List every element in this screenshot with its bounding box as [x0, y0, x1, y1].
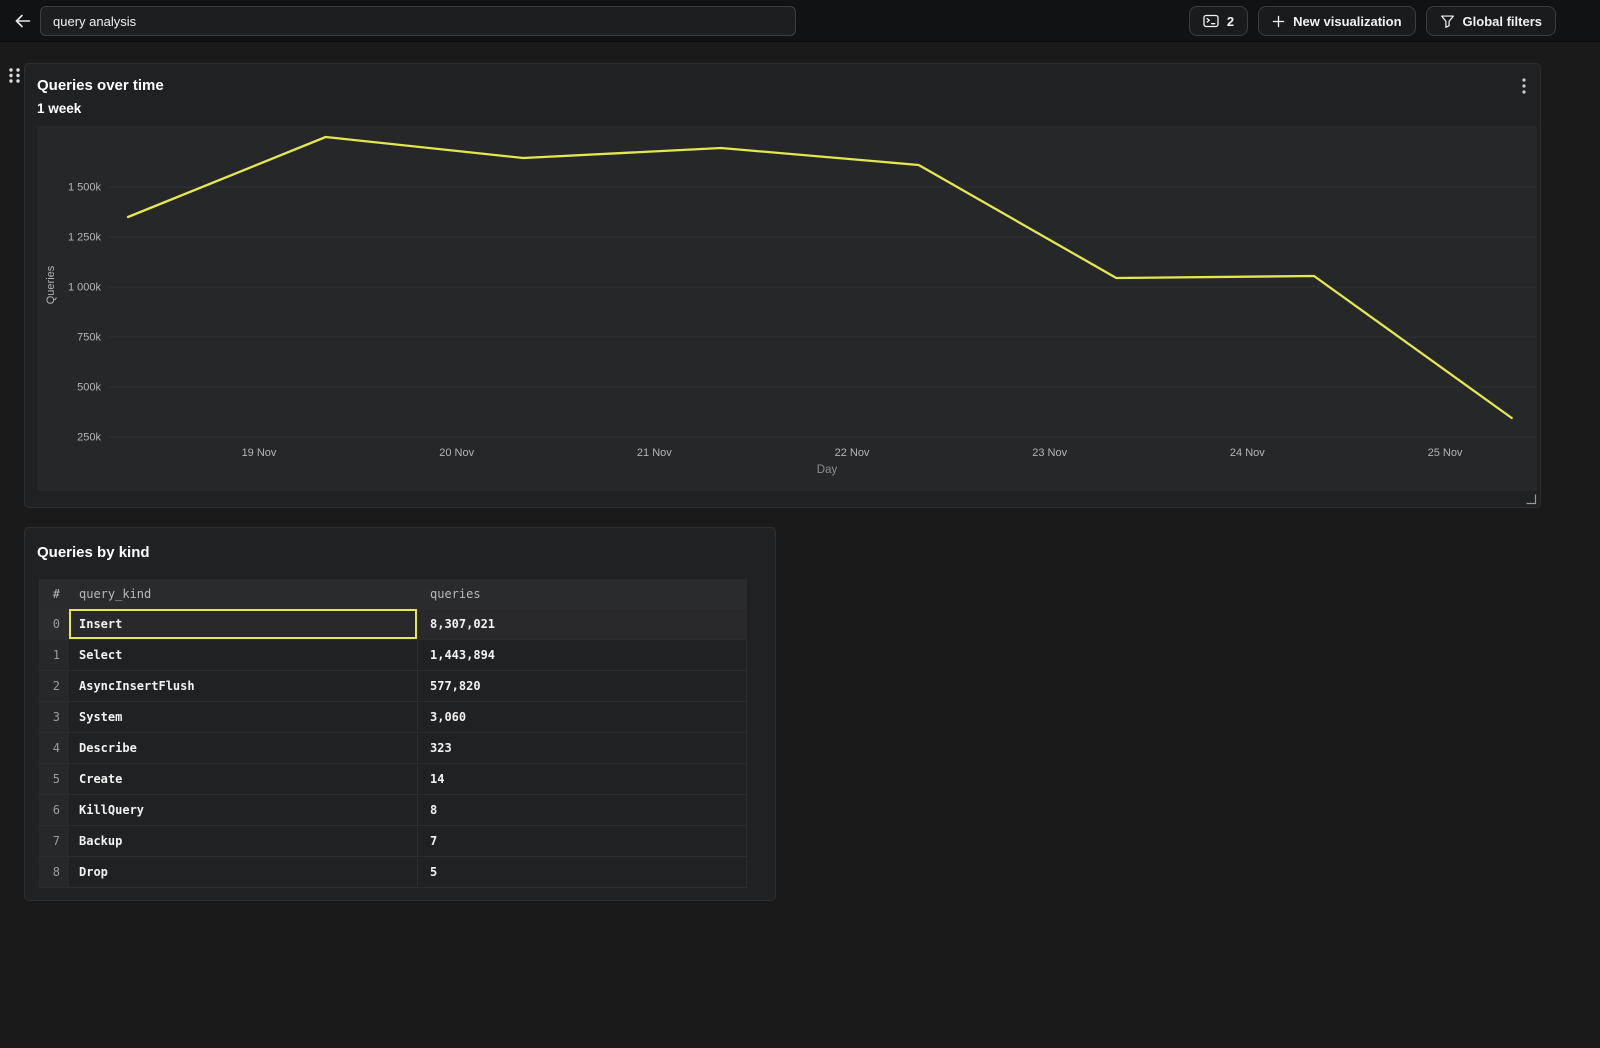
table-header-row: # query_kind queries: [39, 579, 746, 609]
table-cell-index[interactable]: 1: [39, 640, 69, 670]
plus-icon: [1272, 15, 1285, 28]
topbar: 2 New visualization Global filters: [0, 0, 1600, 42]
table-cell-query-kind[interactable]: System: [69, 702, 418, 732]
table-cell-queries[interactable]: 577,820: [418, 671, 746, 701]
kebab-menu-icon: [1522, 78, 1526, 94]
x-axis-tick-label: 24 Nov: [1230, 447, 1265, 459]
table-row: 5Create14: [39, 764, 746, 795]
queries-by-kind-table: # query_kind queries 0Insert8,307,0211Se…: [39, 579, 747, 888]
x-axis-tick-label: 25 Nov: [1428, 447, 1463, 459]
chart-panel-menu-button[interactable]: [1514, 76, 1534, 96]
queries-over-time-panel: Queries over time 1 week 1 500k 1 250k 1 0…: [24, 63, 1541, 508]
query-tabs-button[interactable]: 2: [1189, 6, 1248, 36]
y-axis-tick-label: 250k: [77, 432, 101, 444]
table-cell-queries[interactable]: 14: [418, 764, 746, 794]
y-axis-title: Queries: [45, 265, 57, 304]
table-row: 7Backup7: [39, 826, 746, 857]
table-row: 0Insert8,307,021: [39, 609, 746, 640]
table-cell-index[interactable]: 0: [39, 609, 69, 639]
table-cell-query-kind[interactable]: Create: [69, 764, 418, 794]
arrow-left-icon: [14, 13, 32, 29]
dashboard-title-input[interactable]: [40, 6, 796, 36]
global-filters-button[interactable]: Global filters: [1426, 6, 1556, 36]
table-cell-queries[interactable]: 5: [418, 857, 746, 887]
y-axis-tick-label: 1 000k: [68, 282, 102, 294]
table-cell-queries[interactable]: 7: [418, 826, 746, 856]
table-cell-index[interactable]: 2: [39, 671, 69, 701]
panel-drag-handle[interactable]: [7, 67, 22, 84]
drag-dots-icon: [7, 67, 22, 84]
query-tabs-count: 2: [1227, 14, 1234, 29]
table-cell-queries[interactable]: 323: [418, 733, 746, 763]
y-axis-tick-label: 1 500k: [68, 182, 102, 194]
table-cell-index[interactable]: 3: [39, 702, 69, 732]
table-row: 3System3,060: [39, 702, 746, 733]
table-cell-query-kind[interactable]: Describe: [69, 733, 418, 763]
x-axis-tick-label: 19 Nov: [242, 447, 277, 459]
table-cell-query-kind[interactable]: Backup: [69, 826, 418, 856]
panel-resize-handle[interactable]: [1525, 492, 1537, 504]
table-cell-query-kind[interactable]: Drop: [69, 857, 418, 887]
console-icon: [1203, 14, 1219, 28]
column-header-index[interactable]: #: [39, 579, 69, 608]
column-header-query-kind[interactable]: query_kind: [69, 579, 418, 608]
table-body: 0Insert8,307,0211Select1,443,8942AsyncIn…: [39, 609, 746, 888]
chart-panel-subtitle: 1 week: [37, 101, 81, 116]
x-axis-tick-label: 20 Nov: [439, 447, 474, 459]
table-cell-queries[interactable]: 8,307,021: [418, 609, 746, 639]
y-axis-tick-label: 500k: [77, 382, 101, 394]
table-cell-query-kind[interactable]: KillQuery: [69, 795, 418, 825]
table-cell-index[interactable]: 4: [39, 733, 69, 763]
queries-over-time-chart[interactable]: 1 500k 1 250k 1 000k 750k 500k 250k 19 Nov 20 N…: [37, 126, 1537, 491]
table-cell-index[interactable]: 6: [39, 795, 69, 825]
table-cell-queries[interactable]: 3,060: [418, 702, 746, 732]
queries-line-series: [128, 137, 1512, 418]
table-panel-title: Queries by kind: [37, 544, 150, 561]
column-header-queries[interactable]: queries: [418, 579, 746, 608]
new-visualization-label: New visualization: [1293, 14, 1401, 29]
global-filters-label: Global filters: [1463, 14, 1542, 29]
queries-chart-svg: 1 500k 1 250k 1 000k 750k 500k 250k 19 Nov 20 N…: [37, 126, 1537, 491]
table-cell-query-kind[interactable]: Insert: [69, 609, 418, 639]
queries-by-kind-panel: Queries by kind # query_kind queries 0In…: [24, 527, 776, 901]
table-cell-index[interactable]: 8: [39, 857, 69, 887]
resize-corner-icon: [1525, 493, 1537, 505]
x-axis-title: Day: [817, 464, 838, 476]
table-row: 4Describe323: [39, 733, 746, 764]
table-row: 6KillQuery8: [39, 795, 746, 826]
table-cell-index[interactable]: 5: [39, 764, 69, 794]
x-axis-tick-label: 23 Nov: [1032, 447, 1067, 459]
chart-panel-title: Queries over time: [37, 77, 164, 94]
table-cell-queries[interactable]: 8: [418, 795, 746, 825]
table-cell-index[interactable]: 7: [39, 826, 69, 856]
table-row: 8Drop5: [39, 857, 746, 888]
table-cell-queries[interactable]: 1,443,894: [418, 640, 746, 670]
funnel-icon: [1440, 14, 1455, 29]
table-row: 1Select1,443,894: [39, 640, 746, 671]
back-button[interactable]: [10, 9, 36, 33]
new-visualization-button[interactable]: New visualization: [1258, 6, 1415, 36]
y-axis-tick-label: 750k: [77, 332, 101, 344]
table-cell-query-kind[interactable]: AsyncInsertFlush: [69, 671, 418, 701]
x-axis-tick-label: 22 Nov: [835, 447, 870, 459]
topbar-actions: 2 New visualization Global filters: [1189, 6, 1556, 36]
table-cell-query-kind[interactable]: Select: [69, 640, 418, 670]
x-axis-tick-label: 21 Nov: [637, 447, 672, 459]
table-row: 2AsyncInsertFlush577,820: [39, 671, 746, 702]
y-axis-tick-label: 1 250k: [68, 232, 102, 244]
